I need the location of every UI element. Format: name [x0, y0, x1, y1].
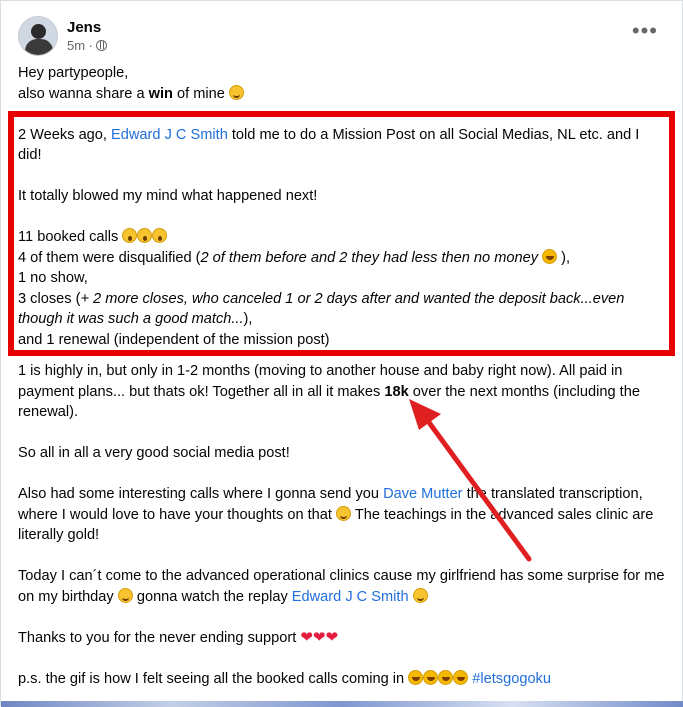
post-card: Jens 5m · ••• Hey partypeople, also wann…	[0, 0, 683, 707]
gif-preview-edge[interactable]	[1, 701, 683, 707]
annotation-arrow	[409, 399, 532, 562]
